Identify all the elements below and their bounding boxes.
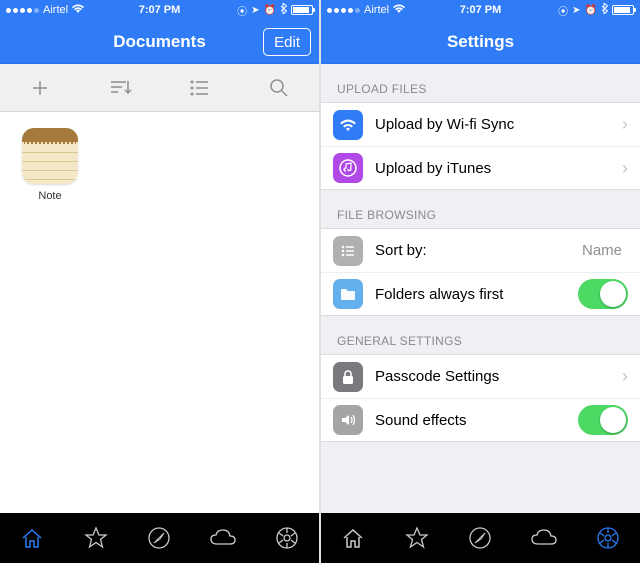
- alarm-icon: ⏰: [585, 5, 597, 16]
- carrier-label: Airtel: [364, 4, 389, 16]
- battery-icon: [612, 5, 634, 15]
- sound-icon: [333, 405, 363, 435]
- page-title: Settings: [447, 32, 514, 52]
- row-label: Upload by iTunes: [375, 160, 622, 177]
- chevron-right-icon: ›: [622, 114, 628, 135]
- bluetooth-icon: [280, 3, 287, 17]
- tab-home[interactable]: [0, 513, 64, 563]
- settings-screen: Airtel 7:07 PM ⦿ ➤ ⏰ Settings UPLOAD FIL…: [321, 0, 640, 563]
- note-icon: [22, 128, 78, 184]
- row-passcode[interactable]: Passcode Settings ›: [321, 354, 640, 398]
- toolbar: [0, 64, 319, 112]
- tab-cloud[interactable]: [191, 513, 255, 563]
- row-wifi-sync[interactable]: Upload by Wi-fi Sync ›: [321, 102, 640, 146]
- tab-home[interactable]: [321, 513, 385, 563]
- file-item[interactable]: Note: [16, 128, 84, 202]
- status-right: ⦿ ➤ ⏰: [237, 3, 313, 18]
- toggle-switch[interactable]: [578, 405, 628, 435]
- file-name: Note: [16, 190, 84, 202]
- status-time: 7:07 PM: [460, 4, 502, 16]
- itunes-icon: [333, 153, 363, 183]
- chevron-right-icon: ›: [622, 158, 628, 179]
- add-button[interactable]: [0, 64, 80, 111]
- settings-list[interactable]: UPLOAD FILES Upload by Wi-fi Sync › Uplo…: [321, 64, 640, 513]
- section-header: UPLOAD FILES: [321, 64, 640, 102]
- tab-browser[interactable]: [128, 513, 192, 563]
- signal-strength-icon: [6, 8, 39, 13]
- wifi-sync-icon: [333, 110, 363, 140]
- row-value: Name: [582, 242, 622, 259]
- sort-button[interactable]: [80, 64, 160, 111]
- row-folders-first[interactable]: Folders always first: [321, 272, 640, 316]
- nav-header: Documents Edit: [0, 20, 319, 64]
- nav-icon: ➤: [572, 5, 580, 16]
- row-label: Upload by Wi-fi Sync: [375, 116, 622, 133]
- status-right: ⦿ ➤ ⏰: [558, 3, 634, 18]
- list-icon: [333, 236, 363, 266]
- edit-button[interactable]: Edit: [263, 28, 311, 56]
- tab-settings[interactable]: [255, 513, 319, 563]
- row-label: Folders always first: [375, 286, 578, 303]
- row-itunes[interactable]: Upload by iTunes ›: [321, 146, 640, 190]
- section-header: GENERAL SETTINGS: [321, 316, 640, 354]
- row-sort-by[interactable]: Sort by: Name: [321, 228, 640, 272]
- lock-icon: [333, 362, 363, 392]
- location-icon: ⦿: [558, 3, 568, 18]
- tab-browser[interactable]: [449, 513, 513, 563]
- status-bar: Airtel 7:07 PM ⦿ ➤ ⏰: [321, 0, 640, 20]
- search-button[interactable]: [239, 64, 319, 111]
- wifi-icon: [72, 4, 84, 17]
- tab-settings[interactable]: [576, 513, 640, 563]
- page-title: Documents: [113, 32, 206, 52]
- tab-favorites[interactable]: [64, 513, 128, 563]
- status-left: Airtel: [327, 4, 405, 17]
- tab-bar: [321, 513, 640, 563]
- nav-icon: ➤: [251, 5, 259, 16]
- signal-strength-icon: [327, 8, 360, 13]
- row-label: Sort by:: [375, 242, 582, 259]
- section-header: FILE BROWSING: [321, 190, 640, 228]
- alarm-icon: ⏰: [264, 5, 276, 16]
- carrier-label: Airtel: [43, 4, 68, 16]
- status-bar: Airtel 7:07 PM ⦿ ➤ ⏰: [0, 0, 319, 20]
- bluetooth-icon: [601, 3, 608, 17]
- chevron-right-icon: ›: [622, 366, 628, 387]
- file-grid: Note: [0, 112, 319, 513]
- battery-icon: [291, 5, 313, 15]
- wifi-icon: [393, 4, 405, 17]
- tab-cloud[interactable]: [512, 513, 576, 563]
- tab-bar: [0, 513, 319, 563]
- status-time: 7:07 PM: [139, 4, 181, 16]
- row-label: Passcode Settings: [375, 368, 622, 385]
- documents-screen: Airtel 7:07 PM ⦿ ➤ ⏰ Documents Edit: [0, 0, 319, 563]
- folder-icon: [333, 279, 363, 309]
- location-icon: ⦿: [237, 3, 247, 18]
- nav-header: Settings: [321, 20, 640, 64]
- row-label: Sound effects: [375, 412, 578, 429]
- list-view-button[interactable]: [160, 64, 240, 111]
- tab-favorites[interactable]: [385, 513, 449, 563]
- row-sound-effects[interactable]: Sound effects: [321, 398, 640, 442]
- status-left: Airtel: [6, 4, 84, 17]
- toggle-switch[interactable]: [578, 279, 628, 309]
